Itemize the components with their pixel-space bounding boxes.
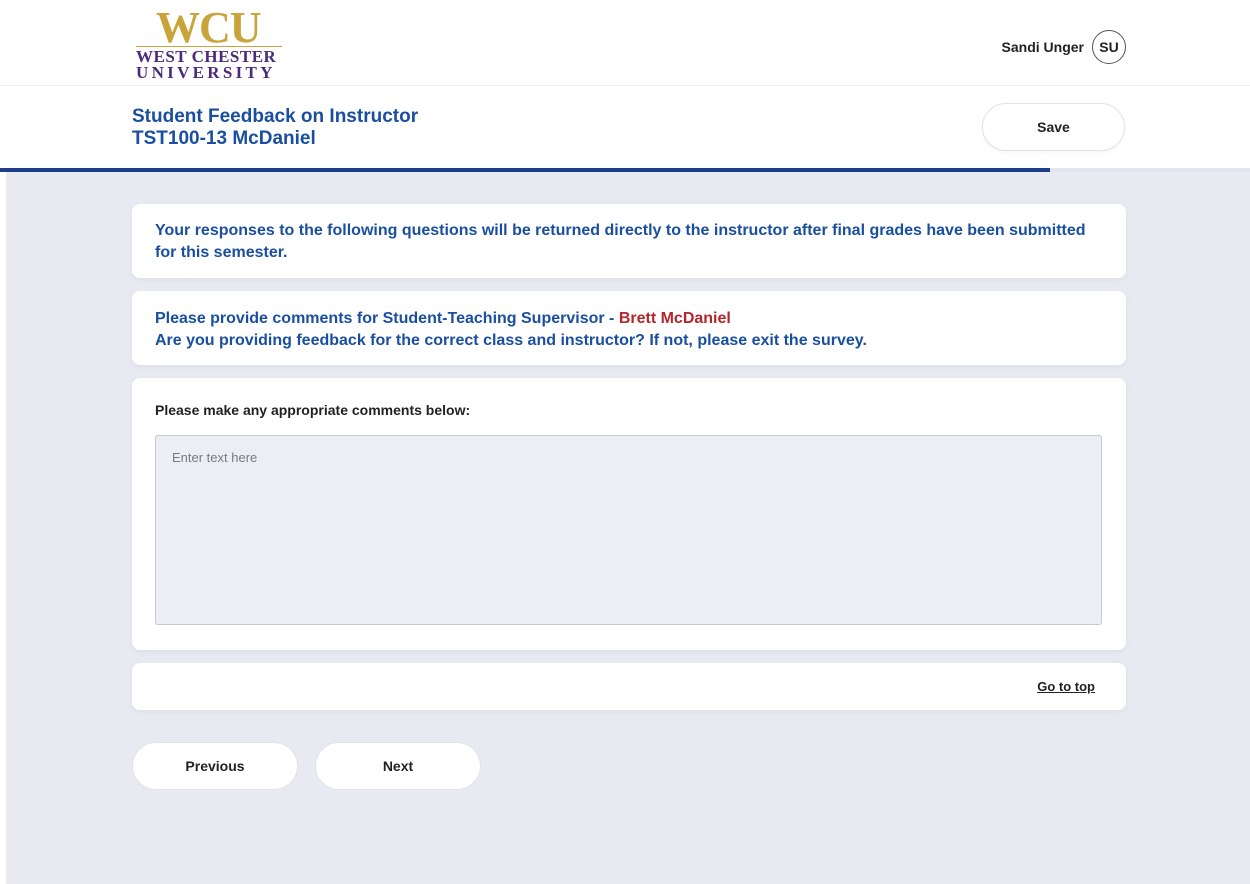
survey-content: Your responses to the following question… [6, 172, 1250, 884]
course-name: TST100-13 McDaniel [132, 128, 316, 149]
comments-textarea[interactable] [155, 435, 1102, 625]
notice-card: Your responses to the following question… [132, 204, 1126, 278]
instructor-prompt-prefix: Please provide comments for Student-Teac… [155, 310, 619, 327]
save-button[interactable]: Save [982, 103, 1125, 151]
survey-title-group: Student Feedback on Instructor TST100-13… [132, 106, 418, 150]
question-label: Please make any appropriate comments bel… [155, 402, 471, 418]
survey-title-bar: Student Feedback on Instructor TST100-13… [0, 86, 1250, 172]
user-name: Sandi Unger [1001, 39, 1084, 55]
notice-text: Your responses to the following question… [155, 222, 1086, 261]
go-to-top-link[interactable]: Go to top [1037, 679, 1095, 694]
previous-button[interactable]: Previous [132, 742, 298, 790]
university-logo[interactable]: WCU WEST CHESTER UNIVERSITY [136, 3, 286, 82]
footer-card: Go to top [132, 663, 1126, 710]
confirm-text: Are you providing feedback for the corre… [155, 332, 867, 349]
survey-title: Student Feedback on Instructor [132, 106, 419, 127]
instructor-name: Brett McDaniel [618, 310, 731, 327]
question-card: Please make any appropriate comments bel… [132, 378, 1126, 650]
user-menu[interactable]: Sandi Unger SU [1002, 30, 1126, 64]
instructor-prompt: Please provide comments for Student-Teac… [155, 308, 1103, 330]
logo-text-line2: UNIVERSITY [136, 63, 276, 82]
instructor-card: Please provide comments for Student-Teac… [132, 291, 1126, 365]
next-button[interactable]: Next [315, 742, 481, 790]
avatar[interactable]: SU [1092, 30, 1126, 64]
logo-mark: WCU [156, 3, 262, 52]
top-header: WCU WEST CHESTER UNIVERSITY Sandi Unger … [0, 0, 1250, 86]
